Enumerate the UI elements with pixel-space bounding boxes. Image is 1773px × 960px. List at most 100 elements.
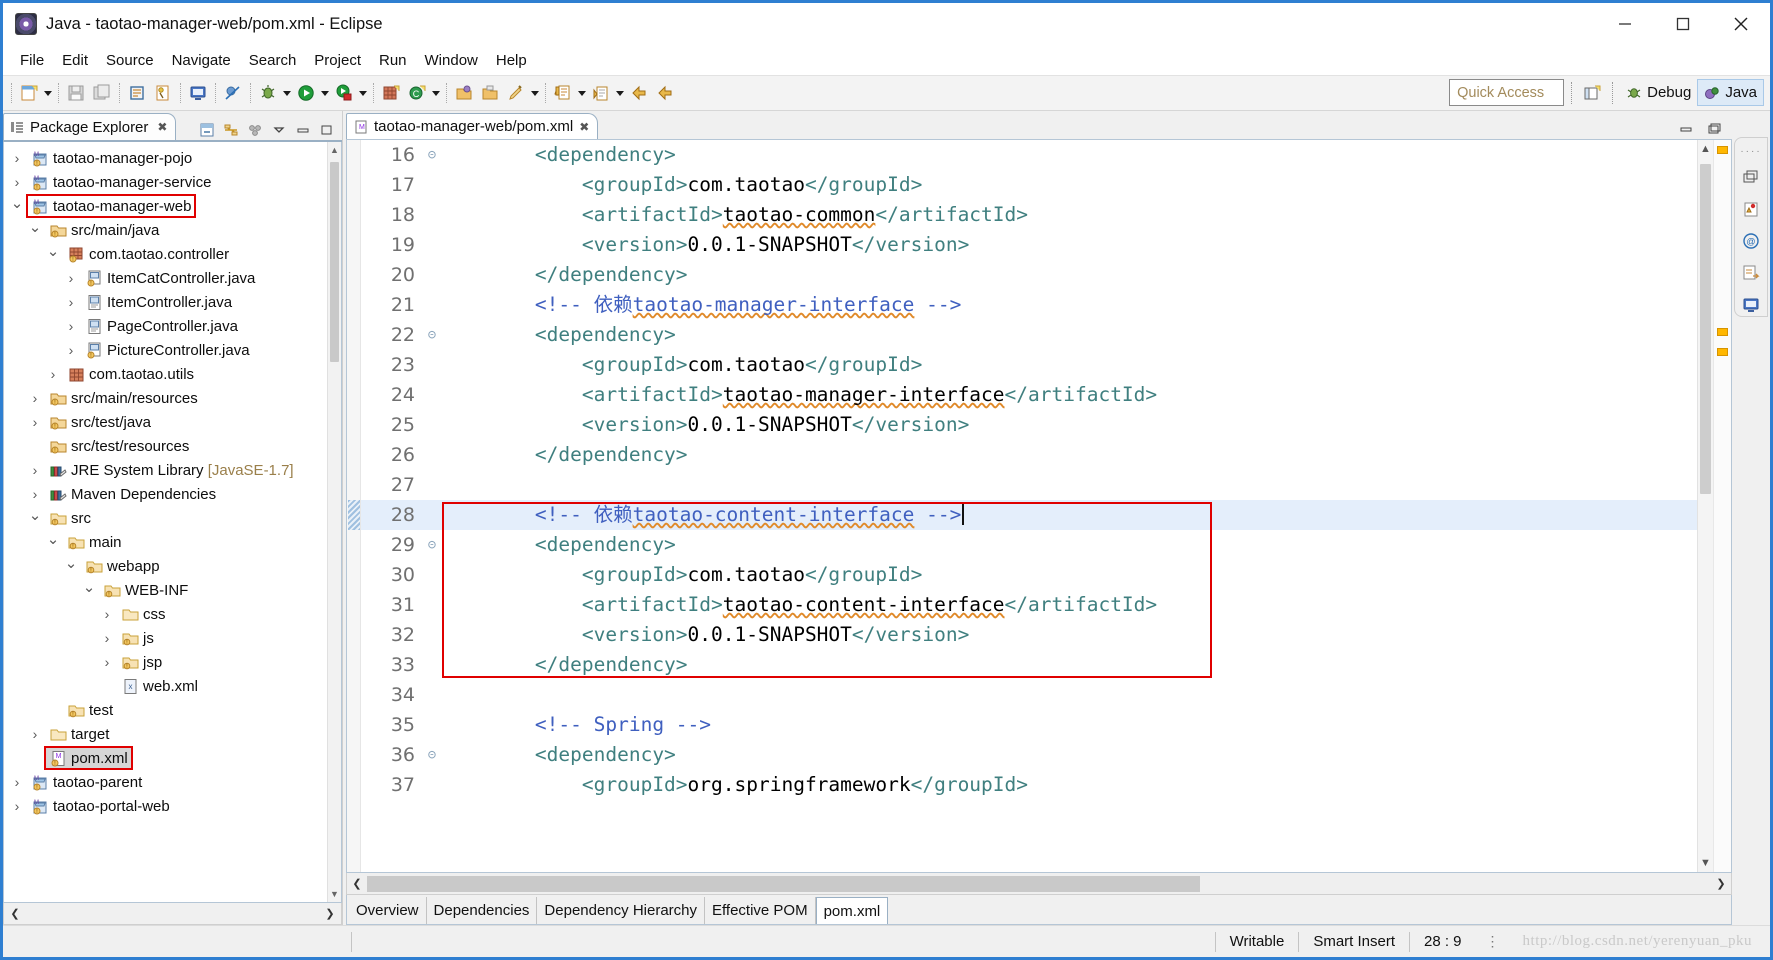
link-with-editor-icon[interactable]	[221, 120, 241, 140]
tree-item-content[interactable]: ! com.taotao.controller	[64, 244, 232, 264]
tree-item[interactable]: ⌄! main	[4, 530, 341, 554]
page-tab-overview[interactable]: Overview	[349, 897, 427, 924]
explorer-horizontal-scrollbar[interactable]: ❮ ❯	[3, 903, 342, 925]
code-line[interactable]: <artifactId>taotao-content-interface</ar…	[441, 590, 1697, 620]
next-annotation-dropdown-caret[interactable]	[576, 81, 588, 105]
build-all-icon[interactable]	[150, 80, 176, 106]
tree-item[interactable]: ›! ItemCatController.java	[4, 266, 341, 290]
chevron-down-icon[interactable]: ⌄	[46, 531, 60, 548]
tree-item-content[interactable]: ! WEB-INF	[100, 580, 191, 600]
tree-item[interactable]: M! pom.xml	[4, 746, 341, 770]
new-java-class-icon[interactable]: C	[404, 80, 430, 106]
tree-item[interactable]: › M! taotao-manager-service	[4, 170, 341, 194]
console-icon[interactable]	[185, 80, 211, 106]
tree-item[interactable]: ⌄! src	[4, 506, 341, 530]
editor-scroll-thumb[interactable]	[1700, 164, 1711, 494]
tree-item-content[interactable]: com.taotao.utils	[64, 364, 197, 384]
open-task-icon[interactable]	[477, 80, 503, 106]
overview-warning-marker[interactable]	[1717, 328, 1728, 336]
code-line[interactable]: </dependency>	[441, 260, 1697, 290]
package-explorer-tree[interactable]: › M! taotao-manager-pojo › M! taotao-manager-…	[4, 142, 341, 818]
previous-annotation-icon[interactable]	[588, 80, 614, 106]
code-line[interactable]: <dependency>	[441, 530, 1697, 560]
tree-item-content[interactable]: ! js	[118, 628, 157, 648]
new-wizard-icon[interactable]	[16, 80, 42, 106]
code-line[interactable]: <dependency>	[441, 320, 1697, 350]
forward-icon[interactable]	[652, 80, 678, 106]
tree-item[interactable]: ›! src/main/resources	[4, 386, 341, 410]
overview-warning-marker[interactable]	[1717, 348, 1728, 356]
back-icon[interactable]	[626, 80, 652, 106]
open-perspective-icon[interactable]	[1579, 80, 1605, 106]
scroll-down-icon[interactable]: ▼	[328, 886, 341, 902]
run-icon[interactable]	[293, 80, 319, 106]
code-line[interactable]: <groupId>com.taotao</groupId>	[441, 350, 1697, 380]
tree-item-content[interactable]: M! taotao-manager-web	[25, 194, 197, 218]
run-coverage-dropdown-caret[interactable]	[357, 81, 369, 105]
editor-hscroll-thumb[interactable]	[367, 875, 1201, 892]
tree-item-content[interactable]: ! src/test/java	[46, 412, 154, 432]
code-line[interactable]: <groupId>com.taotao</groupId>	[441, 170, 1697, 200]
code-line[interactable]: <dependency>	[441, 740, 1697, 770]
page-tab-dependency-hierarchy[interactable]: Dependency Hierarchy	[537, 897, 705, 924]
tree-item-content[interactable]: ! webapp	[82, 556, 163, 576]
tree-item[interactable]: › target	[4, 722, 341, 746]
tree-item[interactable]: ›! jsp	[4, 650, 341, 674]
chevron-right-icon[interactable]: ›	[10, 150, 24, 166]
tree-item[interactable]: ! src/test/resources	[4, 434, 341, 458]
scroll-left-icon[interactable]: ❮	[347, 874, 367, 894]
tree-item-content[interactable]: M! taotao-manager-pojo	[28, 148, 195, 168]
chevron-down-icon[interactable]: ⌄	[46, 243, 60, 260]
drag-handle[interactable]: ····	[1740, 146, 1761, 157]
menu-file[interactable]: File	[11, 49, 53, 72]
code-line[interactable]: </dependency>	[441, 650, 1697, 680]
code-line[interactable]: <dependency>	[441, 140, 1697, 170]
menu-project[interactable]: Project	[305, 49, 370, 72]
tree-item[interactable]: ⌄! src/main/java	[4, 218, 341, 242]
tree-item-content[interactable]: Maven Dependencies	[46, 484, 219, 504]
code-line[interactable]	[441, 470, 1697, 500]
tree-item[interactable]: ⌄! webapp	[4, 554, 341, 578]
maximize-button[interactable]	[1654, 3, 1712, 45]
chevron-right-icon[interactable]: ›	[64, 342, 78, 358]
code-line[interactable]: <version>0.0.1-SNAPSHOT</version>	[441, 410, 1697, 440]
quick-access-input[interactable]: Quick Access	[1449, 79, 1565, 106]
scroll-down-icon[interactable]: ▼	[1698, 854, 1713, 872]
fold-collapse-icon[interactable]: ⊝	[423, 320, 441, 350]
code-line[interactable]: </dependency>	[441, 440, 1697, 470]
folding-gutter[interactable]: ⊝ ⊝ ⊝ ⊝	[423, 140, 441, 872]
tree-item[interactable]: › css	[4, 602, 341, 626]
code-text-column[interactable]: <dependency> <groupId>com.taotao</groupI…	[441, 140, 1697, 872]
minimize-button[interactable]	[1596, 3, 1654, 45]
save-icon[interactable]	[63, 80, 89, 106]
tree-item[interactable]: › M! taotao-parent	[4, 770, 341, 794]
tree-item-content[interactable]: M! pom.xml	[44, 746, 133, 770]
perspective-java[interactable]: Java	[1697, 79, 1764, 106]
maximize-icon[interactable]	[317, 120, 337, 140]
tree-item[interactable]: › PageController.java	[4, 314, 341, 338]
fold-collapse-icon[interactable]: ⊝	[423, 530, 441, 560]
tree-item[interactable]: ⌄ M! taotao-manager-web	[4, 194, 341, 218]
tree-item-content[interactable]: ! ItemCatController.java	[82, 268, 258, 288]
chevron-down-icon[interactable]: ⌄	[10, 195, 24, 212]
tree-item-content[interactable]: M! taotao-parent	[28, 772, 145, 792]
menu-window[interactable]: Window	[416, 49, 487, 72]
tree-item-content[interactable]: target	[46, 724, 112, 744]
problems-icon[interactable]	[1739, 199, 1763, 221]
chevron-right-icon[interactable]: ›	[10, 774, 24, 790]
tree-item-content[interactable]: css	[118, 604, 169, 624]
declaration-icon[interactable]	[1739, 262, 1763, 284]
menu-search[interactable]: Search	[240, 49, 306, 72]
search-icon[interactable]	[503, 80, 529, 106]
scroll-up-icon[interactable]: ▲	[328, 142, 341, 158]
chevron-right-icon[interactable]: ›	[64, 294, 78, 310]
restore-icon[interactable]	[1739, 167, 1763, 189]
tab-package-explorer[interactable]: Package Explorer ✖	[3, 113, 177, 140]
fold-collapse-icon[interactable]: ⊝	[423, 140, 441, 170]
code-line[interactable]: <version>0.0.1-SNAPSHOT</version>	[441, 230, 1697, 260]
status-resize-handle[interactable]: ⋮	[1476, 933, 1511, 950]
menu-help[interactable]: Help	[487, 49, 536, 72]
overview-ruler[interactable]	[1713, 140, 1731, 872]
tree-item[interactable]: › Maven Dependencies	[4, 482, 341, 506]
tree-item-content[interactable]: ! test	[64, 700, 116, 720]
